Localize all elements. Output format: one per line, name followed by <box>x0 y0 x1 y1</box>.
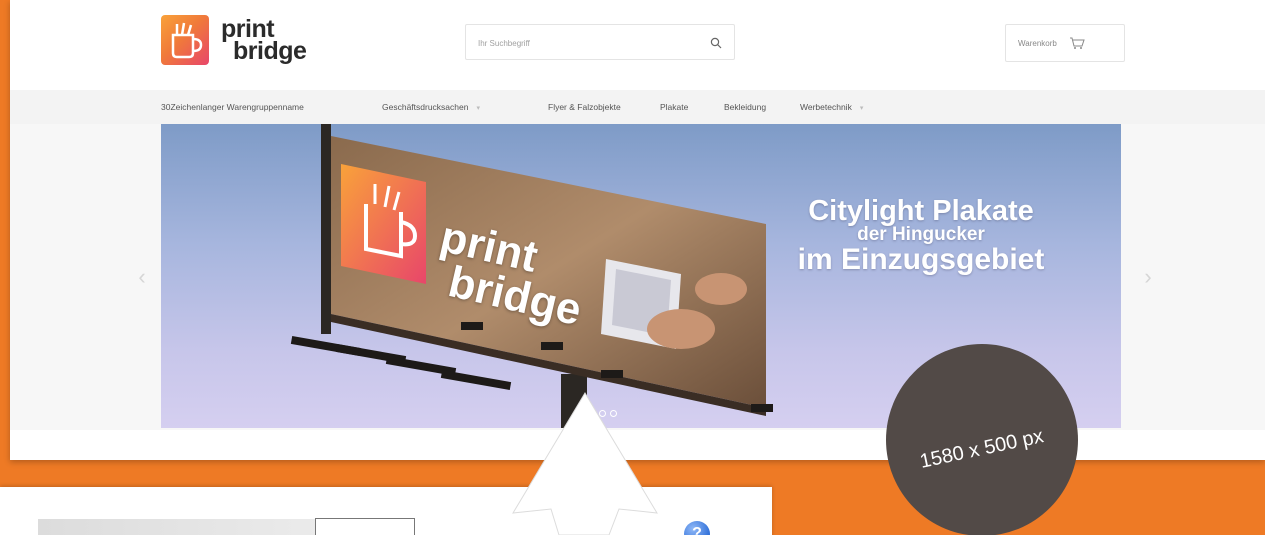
nav-item-label: Werbetechnik <box>800 102 852 112</box>
nav-item-werbetechnik[interactable]: Werbetechnik ▾ <box>800 90 863 124</box>
nav-item-geschaeftsdrucksachen[interactable]: Geschäftsdrucksachen ▾ <box>382 90 480 124</box>
nav-item-label: Bekleidung <box>724 102 767 112</box>
size-badge: 1580 x 500 px <box>886 344 1078 535</box>
hero-headline-line-2: der Hingucker <box>857 224 985 245</box>
chevron-down-icon: ▾ <box>476 105 480 112</box>
nav-item-plakate[interactable]: Plakate <box>660 90 688 124</box>
cart-button[interactable]: Warenkorb <box>1005 24 1125 62</box>
arrow-up-icon <box>512 392 658 535</box>
search-button[interactable] <box>704 31 728 55</box>
search-input[interactable] <box>478 35 678 51</box>
image-field-bar <box>38 519 338 535</box>
search-icon <box>710 37 722 49</box>
logo-line-2: bridge <box>233 37 307 65</box>
nav-item-bekleidung[interactable]: Bekleidung <box>724 90 766 124</box>
image-upload-box[interactable] <box>315 518 415 535</box>
cart-icon <box>1069 37 1085 49</box>
chevron-down-icon: ▾ <box>859 105 864 112</box>
size-badge-text: 1580 x 500 px <box>918 424 1046 473</box>
logo-mug-icon <box>161 15 209 65</box>
nav-item-flyer[interactable]: Flyer & Falzobjekte <box>548 90 621 124</box>
slider-prev-button[interactable]: ‹ <box>132 262 152 292</box>
site-logo[interactable]: print bridge <box>161 12 307 68</box>
nav-item-warengruppe[interactable]: 30Zeichenlanger Warengruppenname <box>161 90 304 124</box>
main-navigation: 30Zeichenlanger Warengruppenname Geschäf… <box>10 90 1265 124</box>
slider-next-button[interactable]: › <box>1138 262 1158 292</box>
hero-headline-line-1: Citylight Plakate <box>808 195 1034 227</box>
nav-item-label: 30Zeichenlanger Warengruppenname <box>161 102 304 112</box>
help-icon[interactable]: ? <box>684 521 710 535</box>
cart-label: Warenkorb <box>1018 38 1057 48</box>
hero-headline-line-3: im Einzugsgebiet <box>797 243 1045 276</box>
nav-item-label: Geschäftsdrucksachen <box>382 102 469 112</box>
chevron-right-icon: › <box>1144 264 1152 289</box>
logo-wordmark: print bridge <box>219 17 307 65</box>
hero-headline: Citylight Plakate der Hingucker im Einzu… <box>731 196 1111 276</box>
chevron-left-icon: ‹ <box>138 264 146 289</box>
nav-item-label: Plakate <box>660 102 689 112</box>
site-header: print bridge Warenkorb <box>10 0 1265 90</box>
search-box <box>465 24 735 60</box>
nav-item-label: Flyer & Falzobjekte <box>548 102 621 112</box>
